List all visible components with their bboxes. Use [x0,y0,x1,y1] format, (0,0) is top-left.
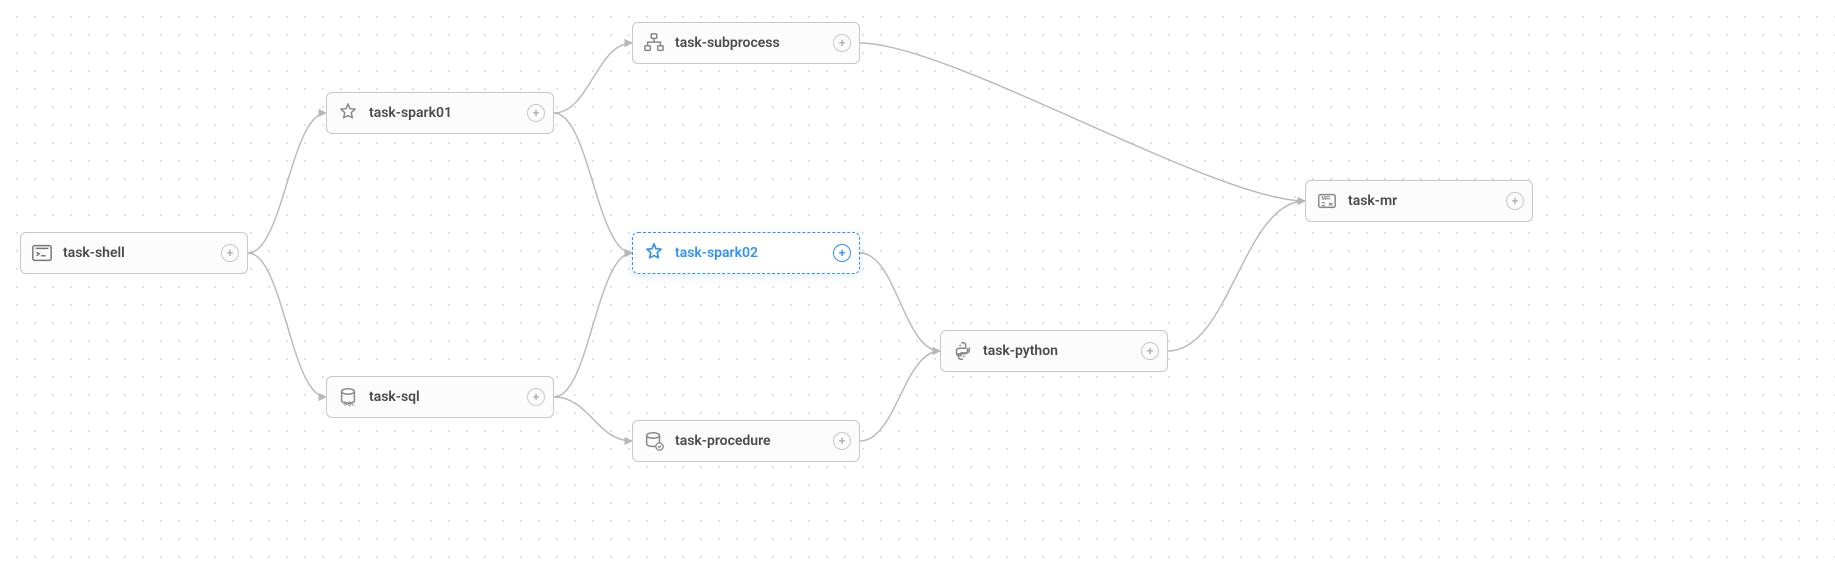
add-downstream-button[interactable]: + [527,388,545,406]
node-label: task-procedure [675,433,833,449]
node-task-procedure[interactable]: task-procedure + [632,420,860,462]
python-icon [951,340,973,362]
workflow-canvas[interactable]: task-shell + task-spark01 + SQL task-sql… [0,0,1835,561]
edge-layer [0,0,1835,561]
node-label: task-sql [369,389,527,405]
node-label: task-python [983,343,1141,359]
node-task-python[interactable]: task-python + [940,330,1168,372]
procedure-icon [643,430,665,452]
svg-text:MR: MR [1322,196,1331,202]
node-task-mr[interactable]: MR task-mr + [1305,180,1533,222]
edge-sql-to-procedure [554,397,632,441]
edge-procedure-to-python [860,351,940,441]
add-downstream-button[interactable]: + [1141,342,1159,360]
edge-spark01-to-spark02 [554,113,632,253]
add-downstream-button[interactable]: + [527,104,545,122]
node-task-sql[interactable]: SQL task-sql + [326,376,554,418]
svg-text:SQL: SQL [343,401,355,407]
add-downstream-button[interactable]: + [833,432,851,450]
edge-sql-to-spark02 [554,253,632,397]
spark-icon [643,242,665,264]
node-label: task-spark02 [675,245,833,261]
sql-icon: SQL [337,386,359,408]
edge-shell-to-spark01 [248,113,326,253]
add-downstream-button[interactable]: + [1506,192,1524,210]
node-task-spark02[interactable]: task-spark02 + [632,232,860,274]
node-task-spark01[interactable]: task-spark01 + [326,92,554,134]
add-downstream-button[interactable]: + [833,34,851,52]
node-label: task-shell [63,245,221,261]
edge-spark02-to-python [860,253,940,351]
node-label: task-spark01 [369,105,527,121]
add-downstream-button[interactable]: + [221,244,239,262]
edge-shell-to-sql [248,253,326,397]
edge-subprocess-to-mr [860,43,1305,201]
edge-python-to-mr [1168,201,1305,351]
node-task-shell[interactable]: task-shell + [20,232,248,274]
add-downstream-button[interactable]: + [833,244,851,262]
mapreduce-icon: MR [1316,190,1338,212]
subprocess-icon [643,32,665,54]
node-task-subprocess[interactable]: task-subprocess + [632,22,860,64]
node-label: task-subprocess [675,35,833,51]
spark-icon [337,102,359,124]
terminal-icon [31,242,53,264]
edge-spark01-to-subprocess [554,43,632,113]
node-label: task-mr [1348,193,1506,209]
